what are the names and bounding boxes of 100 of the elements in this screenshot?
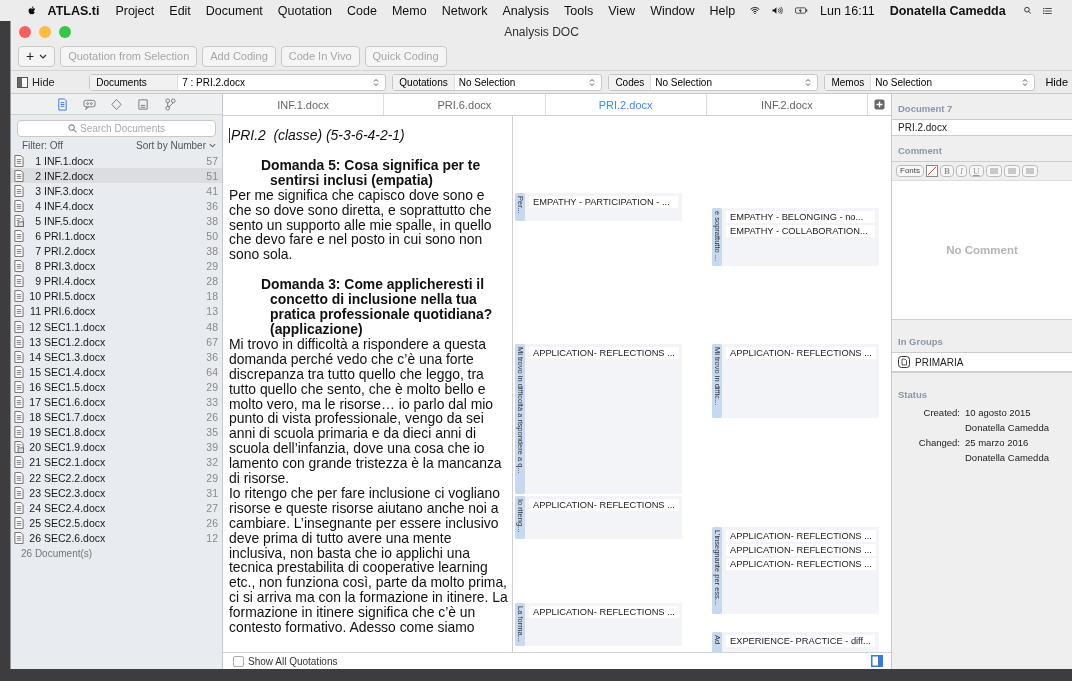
document-row[interactable]: 24 SEC2.4.docx 27	[11, 500, 222, 516]
document-tab[interactable]: PRI.2.docx	[545, 94, 707, 115]
menu-item[interactable]: View	[608, 3, 636, 18]
wifi-icon[interactable]	[750, 4, 761, 17]
code-tag[interactable]: APPLICATION- REFLECTIONS ...	[726, 347, 876, 359]
document-number: 8	[34, 260, 41, 273]
document-number: 23	[28, 486, 41, 499]
document-name-field[interactable]: PRI.2.docx	[892, 119, 1072, 136]
close-button[interactable]	[19, 26, 31, 38]
selector-label: Codes	[609, 74, 652, 90]
selector-dropdown[interactable]: Codes No Selection	[608, 73, 819, 91]
code-tab-icon[interactable]	[110, 97, 123, 111]
hide-button[interactable]: Hide	[1045, 76, 1068, 88]
menu-item[interactable]: Project	[115, 3, 155, 18]
answer-paragraph: Per me significa che capisco dove sono e che so dove sono diretta, e soprattutto che sento un supporto alle mie spalle, in quello che devo fare e nel posto in cui sono non sono sola.	[229, 187, 493, 263]
code-tag[interactable]: APPLICATION- REFLECTIONS ...	[726, 544, 876, 556]
updown-icon	[805, 77, 812, 87]
code-tag[interactable]: APPLICATION- REFLECTIONS ...	[529, 499, 679, 511]
document-row[interactable]: 6 PRI.1.docx 50	[11, 228, 222, 244]
menu-item[interactable]: Code	[347, 3, 377, 18]
document-row[interactable]: 7 PRI.2.docx 38	[11, 243, 222, 259]
document-tab[interactable]: INF.2.docx	[706, 94, 868, 115]
selector-dropdown[interactable]: Memos No Selection	[824, 73, 1036, 91]
code-tag[interactable]: APPLICATION- REFLECTIONS ...	[529, 347, 679, 359]
quotation-count: 27	[206, 501, 218, 514]
document-name: PRI.1.docx	[44, 230, 97, 242]
document-row[interactable]: 10 PRI.5.docx 18	[11, 288, 222, 304]
battery-icon[interactable]	[795, 5, 808, 16]
document-row[interactable]: 18 SEC1.7.docx 26	[11, 409, 222, 425]
checkbox[interactable]	[233, 655, 244, 667]
document-row[interactable]: 3 INF.3.docx 41	[11, 183, 222, 199]
align-icon[interactable]	[985, 165, 1002, 177]
panel-icon[interactable]	[871, 655, 883, 667]
document-tab-icon[interactable]	[56, 97, 69, 111]
fonts-button[interactable]: Fonts	[896, 165, 924, 177]
code-tag[interactable]: EMPATHY - COLLABORATION...	[726, 225, 875, 237]
document-row[interactable]: 15 SEC1.4.docx 64	[11, 364, 222, 380]
code-tag[interactable]: APPLICATION- REFLECTIONS ...	[726, 530, 876, 542]
document-row[interactable]: 2 INF.2.docx 51	[11, 168, 222, 184]
menu-item[interactable]: Analysis	[502, 3, 550, 18]
selector-value: 7 : PRI.2.docx	[181, 76, 246, 88]
document-row[interactable]: 9 PRI.4.docx 28	[11, 273, 222, 289]
document-row[interactable]: 23 SEC2.3.docx 31	[11, 485, 222, 501]
group-row[interactable]: PRIMARIA	[892, 352, 1072, 372]
quotation-tab-icon[interactable]	[83, 97, 96, 111]
updown-icon	[373, 77, 380, 87]
user-menu[interactable]: Donatella Camedda	[889, 3, 1006, 18]
add-tab-icon[interactable]	[874, 99, 885, 110]
document-row[interactable]: 11 PRI.6.docx 13	[11, 303, 222, 320]
quotation-count: 26	[206, 516, 218, 529]
selector-dropdown[interactable]: Quotations No Selection	[392, 73, 603, 91]
network-tab-icon[interactable]	[164, 97, 177, 111]
menu-item[interactable]: Tools	[564, 3, 594, 18]
menu-item[interactable]: Document	[205, 3, 263, 18]
document-row[interactable]: 5 INF.5.docx 38	[11, 213, 222, 229]
document-row[interactable]: 26 SEC2.6.docx 12	[11, 530, 222, 546]
menu-item[interactable]: Quotation	[277, 3, 333, 18]
menu-item[interactable]: Help	[709, 3, 736, 18]
search-icon[interactable]	[1023, 4, 1032, 17]
document-row[interactable]: 22 SEC2.2.docx 29	[11, 469, 222, 486]
app-menu[interactable]: ATLAS.ti	[47, 3, 100, 18]
document-row[interactable]: 25 SEC2.5.docx 26	[11, 515, 222, 531]
speaker-icon[interactable]	[772, 4, 784, 17]
zoom-button[interactable]	[59, 26, 71, 38]
code-tag[interactable]: APPLICATION- REFLECTIONS ...	[529, 606, 679, 618]
document-row[interactable]: 19 SEC1.8.docx 35	[11, 424, 222, 440]
document-row[interactable]: 21 SEC2.1.docx 32	[11, 454, 222, 470]
code-tag[interactable]: APPLICATION- REFLECTIONS ...	[726, 558, 876, 570]
code-tag[interactable]: EMPATHY - BELONGING - no...	[726, 211, 875, 223]
document-row[interactable]: 8 PRI.3.docx 29	[11, 258, 222, 274]
menu-item[interactable]: Edit	[169, 3, 191, 18]
document-row[interactable]: 4 INF.4.docx 36	[11, 198, 222, 214]
menu-item[interactable]: Memo	[391, 3, 427, 18]
menu-clock[interactable]: Lun 16:11	[820, 3, 875, 18]
document-icon	[14, 456, 24, 469]
document-tab[interactable]: PRI.6.docx	[384, 94, 546, 115]
document-tab[interactable]: INF.1.docx	[223, 94, 385, 115]
document-name: PRI.6.docx	[44, 305, 97, 318]
hide-button[interactable]: Hide	[17, 76, 84, 88]
add-button[interactable]: +	[18, 45, 56, 67]
document-row[interactable]: 1 INF.1.docx 57	[11, 153, 222, 169]
document-row[interactable]: 20 SEC1.9.docx 39	[11, 439, 222, 455]
filter-label[interactable]: Filter: Off	[22, 140, 63, 151]
document-row[interactable]: 17 SEC1.6.docx 33	[11, 394, 222, 410]
align-icon[interactable]	[1021, 165, 1038, 177]
code-tag[interactable]: EMPATHY - PARTICIPATION - ...	[529, 196, 678, 208]
document-number: 4	[34, 199, 41, 212]
document-row[interactable]: 14 SEC1.3.docx 36	[11, 349, 222, 365]
menu-item[interactable]: Window	[650, 3, 695, 18]
document-row[interactable]: 13 SEC1.2.docx 67	[11, 334, 222, 350]
selector-dropdown[interactable]: Documents 7 : PRI.2.docx	[89, 73, 387, 91]
document-row[interactable]: 12 SEC1.1.docx 48	[11, 319, 222, 335]
align-icon[interactable]	[1003, 165, 1020, 177]
document-row[interactable]: 16 SEC1.5.docx 29	[11, 379, 222, 395]
quotation-count: 33	[206, 396, 218, 409]
memo-tab-icon[interactable]	[137, 97, 150, 111]
color-swatch-icon[interactable]	[926, 165, 938, 177]
sort-menu[interactable]: Sort by Number	[135, 140, 216, 151]
menu-item[interactable]: Network	[441, 3, 488, 18]
code-tag[interactable]: EXPERIENCE- PRACTICE - diff...	[726, 635, 875, 647]
